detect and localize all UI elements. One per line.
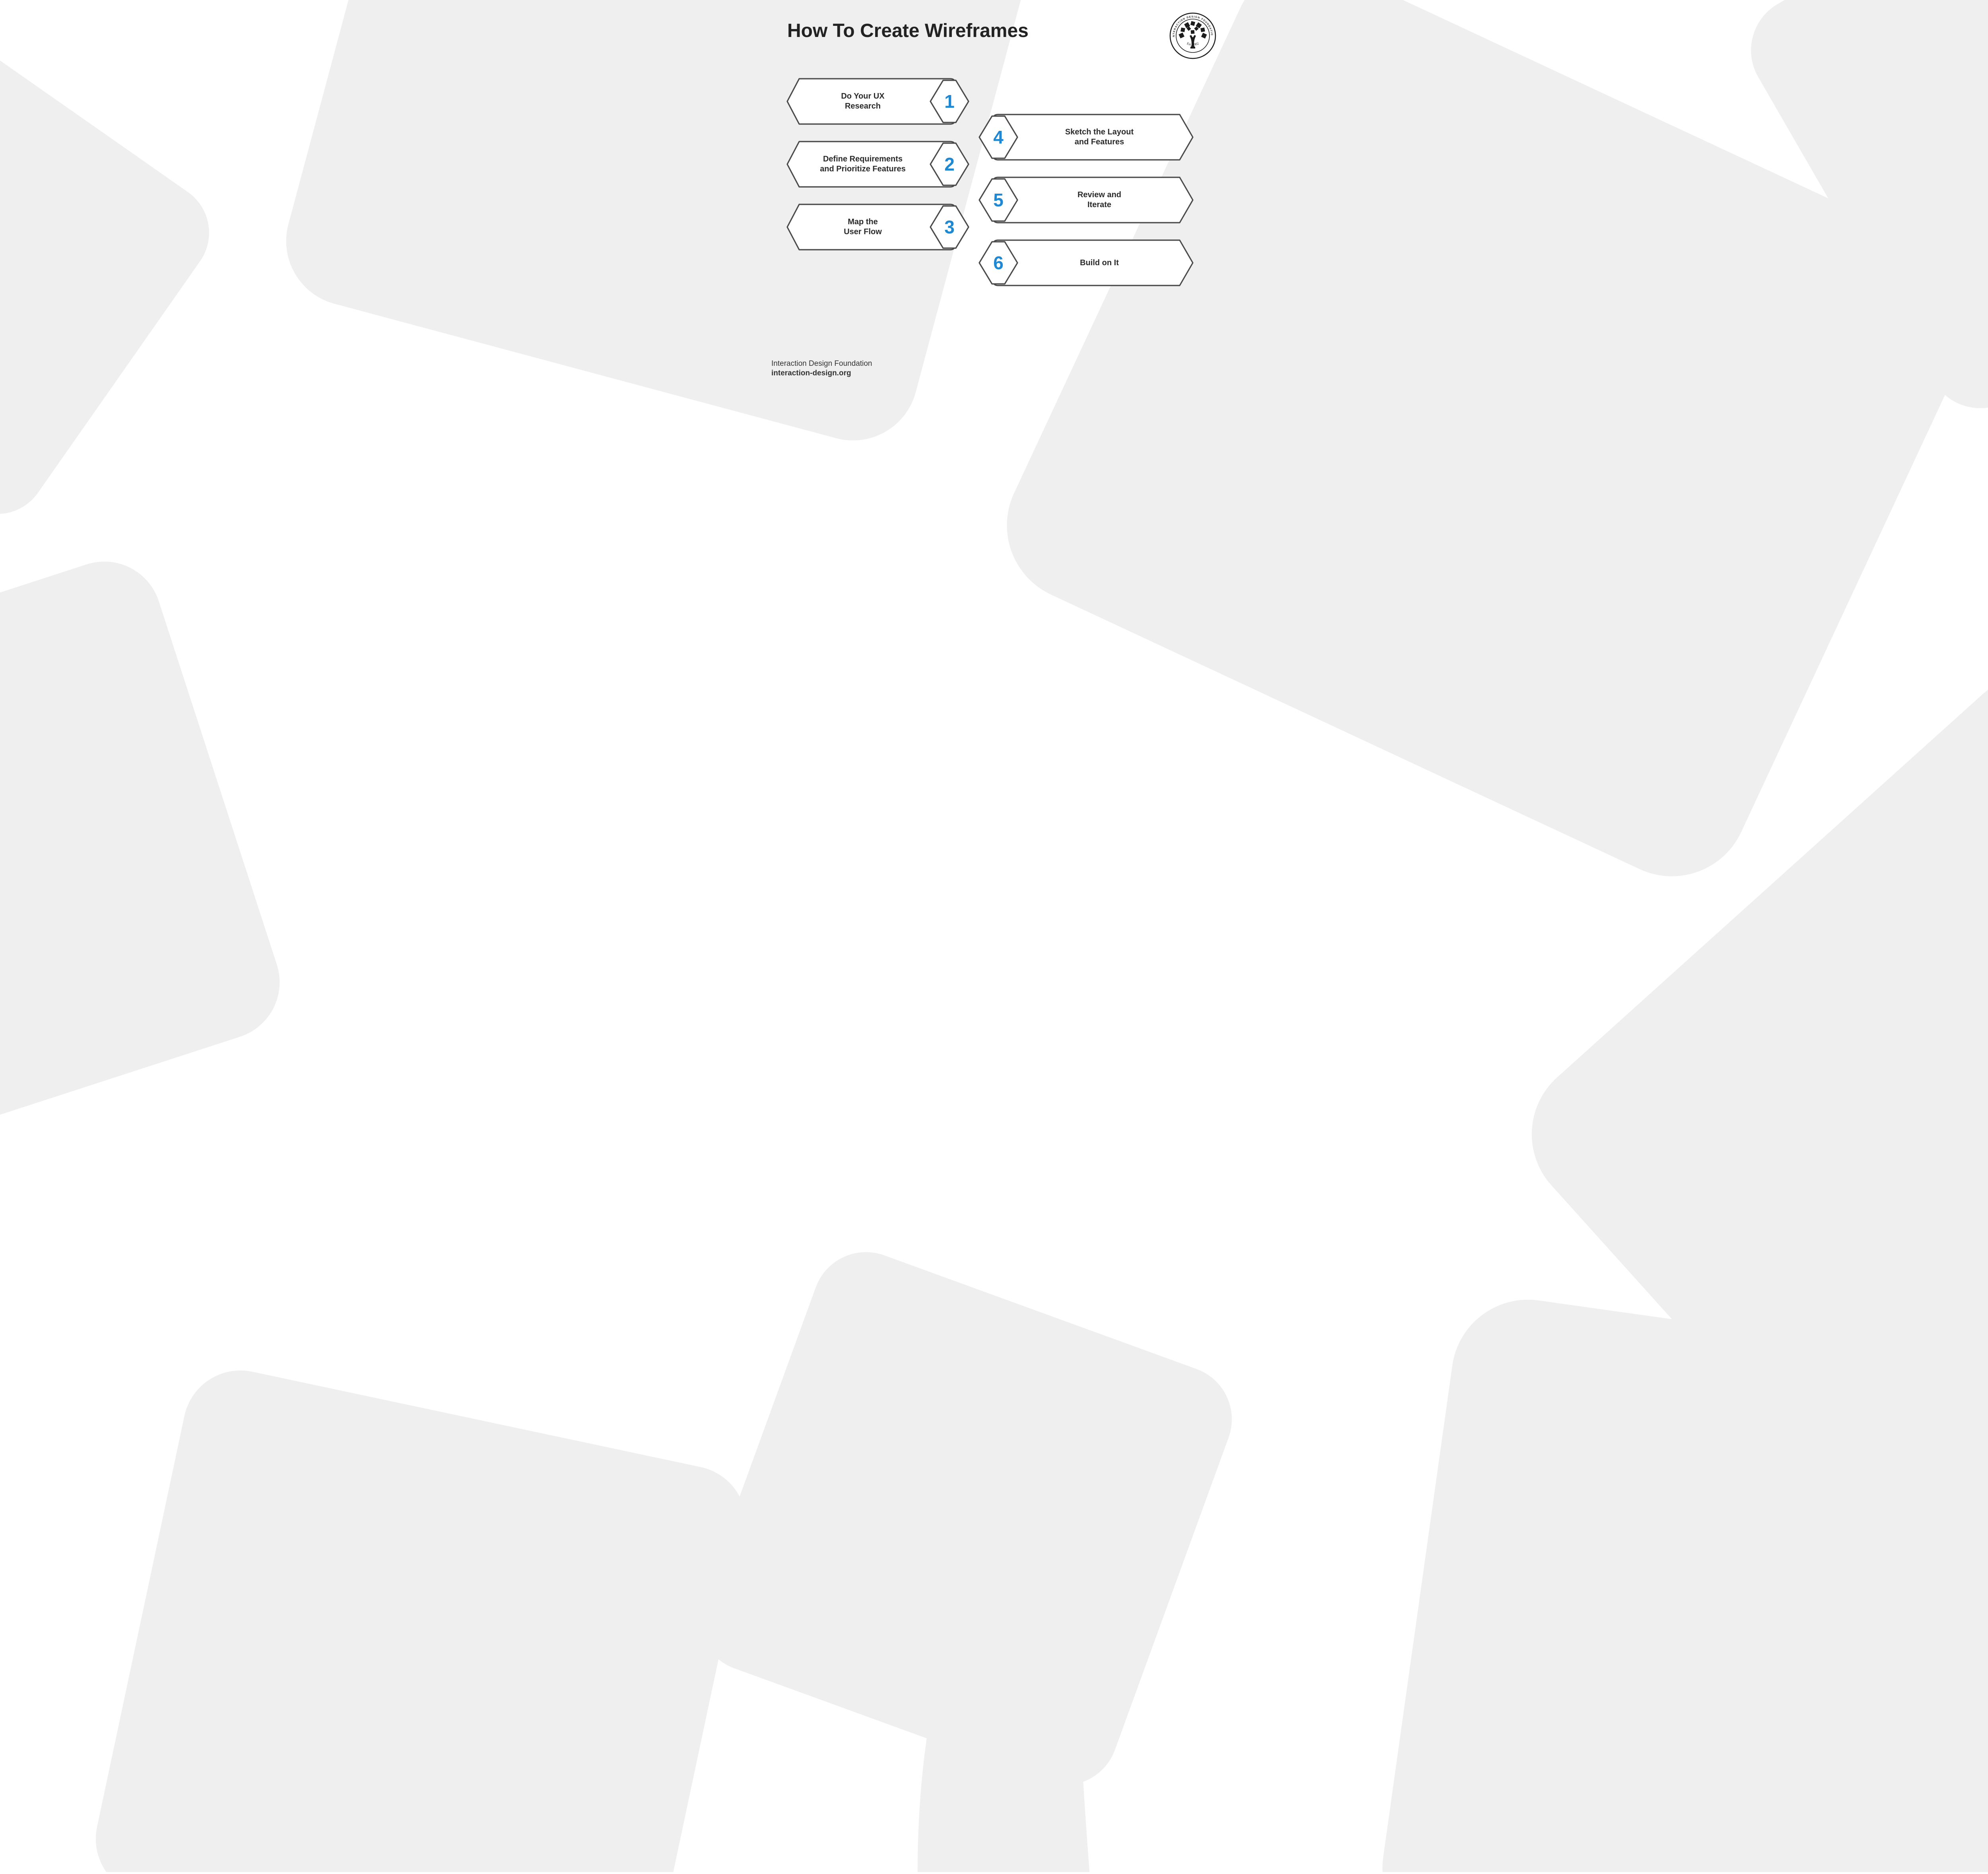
step-5-line1: Review and — [1077, 190, 1121, 200]
step-2-line1: Define Requirements — [823, 154, 903, 164]
step-4-line1: Sketch the Layout — [1065, 127, 1134, 137]
step-5-number: 5 — [990, 191, 1007, 209]
step-3: Map the User Flow 3 — [783, 201, 970, 253]
step-4: Sketch the Layout and Features 4 — [976, 111, 1197, 163]
step-5-line2: Iterate — [1087, 200, 1111, 210]
step-2: Define Requirements and Prioritize Featu… — [783, 138, 970, 190]
page: How To Create Wireframes INTERACTION DES… — [755, 0, 1233, 390]
step-2-number: 2 — [941, 155, 958, 173]
step-3-line2: User Flow — [844, 227, 882, 237]
footer-url: interaction-design.org — [771, 369, 872, 378]
step-1-line1: Do Your UX — [841, 91, 884, 101]
step-1-line2: Research — [845, 101, 881, 111]
step-4-number: 4 — [990, 128, 1007, 146]
step-4-line2: and Features — [1075, 137, 1124, 147]
steps-container: Do Your UX Research 1 Define Requirement… — [755, 0, 1233, 390]
step-3-line1: Map the — [848, 217, 878, 227]
step-2-line2: and Prioritize Features — [820, 164, 906, 174]
step-3-number: 3 — [941, 218, 958, 236]
step-5: Review and Iterate 5 — [976, 174, 1197, 226]
footer-org: Interaction Design Foundation — [771, 359, 872, 368]
step-1: Do Your UX Research 1 — [783, 76, 970, 127]
step-1-number: 1 — [941, 92, 958, 111]
footer: Interaction Design Foundation interactio… — [771, 359, 872, 378]
step-6-number: 6 — [990, 254, 1007, 272]
step-6-line1: Build on It — [1080, 258, 1119, 268]
step-6: Build on It 6 — [976, 237, 1197, 289]
